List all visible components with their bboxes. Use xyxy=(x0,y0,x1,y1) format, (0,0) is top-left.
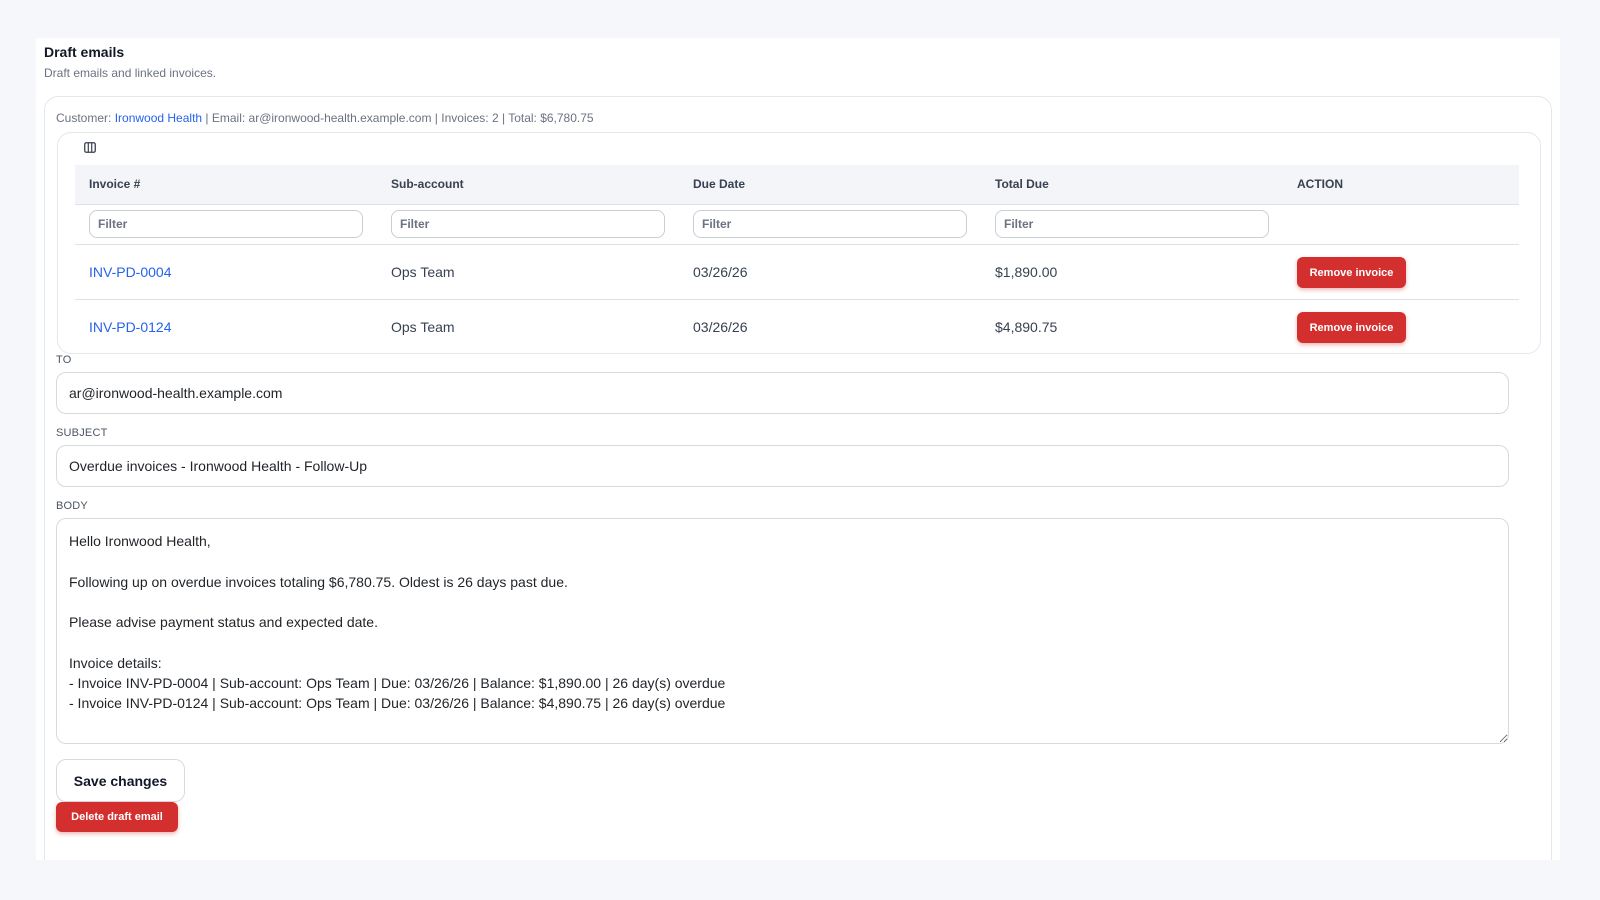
filter-due-date[interactable] xyxy=(693,210,967,238)
filter-sub-account[interactable] xyxy=(391,210,665,238)
invoice-table: Invoice # Sub-account Due Date Total Due… xyxy=(75,165,1519,353)
customer-meta: Customer: Ironwood Health | Email: ar@ir… xyxy=(56,111,594,125)
header-due-date[interactable]: Due Date xyxy=(679,165,981,205)
cell-sub-account: Ops Team xyxy=(391,318,455,335)
cell-due-date: 03/26/26 xyxy=(679,244,981,300)
header-invoice-number[interactable]: Invoice # xyxy=(75,165,377,205)
section-subtitle: Draft emails and linked invoices. xyxy=(44,66,217,80)
invoice-link[interactable]: INV-PD-0124 xyxy=(89,319,171,335)
delete-draft-email-button[interactable]: Delete draft email xyxy=(56,802,178,832)
customer-label: Customer: xyxy=(56,111,115,125)
cell-due-date: 03/26/26 xyxy=(693,318,748,335)
cell-total-due: $4,890.75 xyxy=(995,318,1058,335)
columns-icon[interactable] xyxy=(80,139,100,155)
table-header-row: Invoice # Sub-account Due Date Total Due… xyxy=(75,165,1519,205)
cell-total-due: $1,890.00 xyxy=(981,244,1283,300)
to-input[interactable] xyxy=(56,372,1509,414)
remove-invoice-button[interactable]: Remove invoice xyxy=(1297,312,1406,344)
customer-meta-rest: | Email: ar@ironwood-health.example.com … xyxy=(202,111,594,125)
filter-total-due[interactable] xyxy=(995,210,1269,238)
remove-invoice-button[interactable]: Remove invoice xyxy=(1297,257,1406,288)
subject-input[interactable] xyxy=(56,445,1509,487)
header-total-due[interactable]: Total Due xyxy=(981,165,1283,205)
subject-label: SUBJECT xyxy=(56,427,108,439)
body-label: BODY xyxy=(56,500,88,512)
draft-email-card: Customer: Ironwood Health | Email: ar@ir… xyxy=(44,96,1552,860)
header-action: ACTION xyxy=(1283,165,1519,205)
filter-invoice-number[interactable] xyxy=(89,210,363,238)
table-row: INV-PD-0124 Ops Team 03/26/26 $4,890.75 … xyxy=(75,299,1519,353)
filter-row xyxy=(75,204,1519,245)
cell-sub-account: Ops Team xyxy=(377,244,679,300)
body-textarea[interactable]: Hello Ironwood Health, Following up on o… xyxy=(56,518,1509,744)
section-title: Draft emails xyxy=(44,44,125,60)
save-changes-button[interactable]: Save changes xyxy=(56,759,185,802)
invoice-link[interactable]: INV-PD-0004 xyxy=(89,264,171,280)
draft-emails-panel: Draft emails Draft emails and linked inv… xyxy=(36,38,1560,860)
to-label: TO xyxy=(56,354,72,366)
customer-link[interactable]: Ironwood Health xyxy=(115,111,202,125)
table-row: INV-PD-0004 Ops Team 03/26/26 $1,890.00 … xyxy=(75,244,1519,300)
invoice-grid: Invoice # Sub-account Due Date Total Due… xyxy=(57,132,1541,354)
header-sub-account[interactable]: Sub-account xyxy=(377,165,679,205)
